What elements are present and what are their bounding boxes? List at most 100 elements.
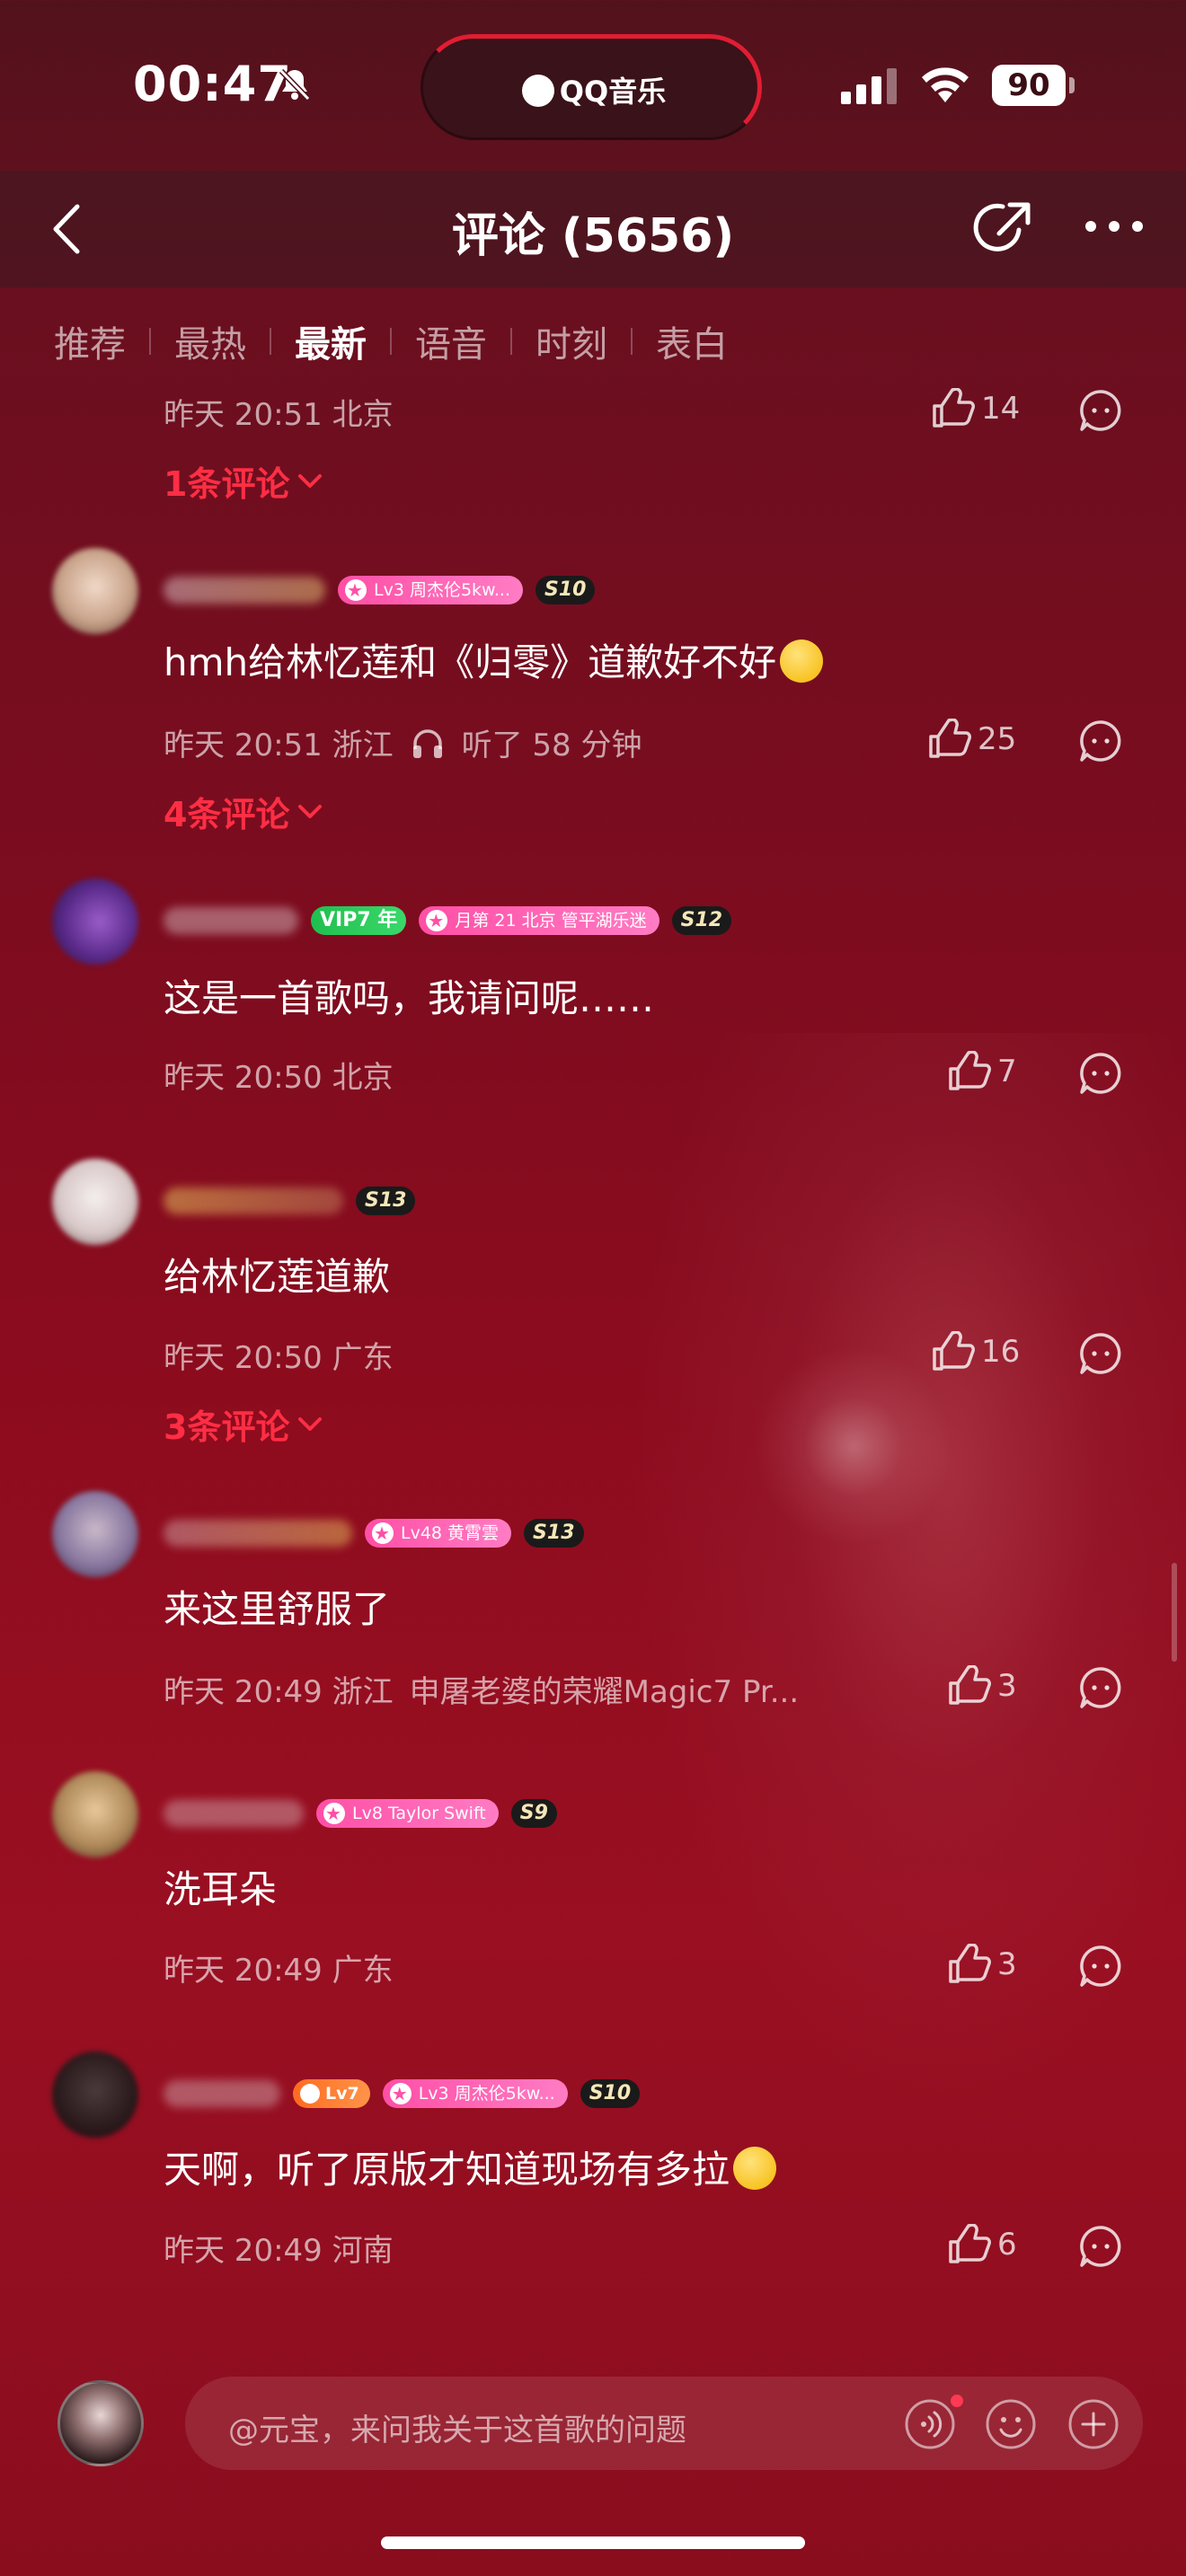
tab-hottest[interactable]: 最热 (174, 315, 246, 367)
level-badge[interactable]: ★ Lv3 周杰伦5kw... (338, 576, 523, 604)
reply-icon[interactable] (1078, 1665, 1123, 1710)
voice-icon[interactable] (904, 2398, 956, 2450)
tab-divider (270, 328, 271, 355)
like-button[interactable]: 3 (947, 1665, 1017, 1707)
tab-divider (510, 328, 512, 355)
username-blurred[interactable] (164, 1520, 352, 1547)
battery-tip (1069, 77, 1075, 93)
replies-count: 1条评论 (164, 464, 290, 504)
s-level-badge[interactable]: S12 (671, 906, 732, 935)
chevron-down-icon (296, 472, 323, 491)
like-button[interactable]: 6 (947, 2224, 1017, 2265)
s-level-badge[interactable]: S13 (524, 1519, 584, 1548)
like-count: 3 (997, 1946, 1017, 1982)
reply-icon[interactable] (1078, 719, 1123, 763)
comment-meta: 昨天 20:49 浙江 (164, 1674, 394, 1710)
like-count: 16 (981, 1334, 1021, 1370)
fan-rank-badge[interactable]: ★ 月第 21 北京 管平湖乐迷 (419, 906, 659, 935)
tab-confession[interactable]: 表白 (656, 315, 728, 367)
comment-text: 这是一首歌吗，我请问呢…… (164, 976, 655, 1020)
like-count: 3 (997, 1668, 1017, 1704)
like-icon (947, 1051, 992, 1092)
like-button[interactable]: 3 (947, 1944, 1017, 1985)
comment-text: 给林忆莲道歉 (164, 1255, 391, 1299)
more-icon[interactable] (1084, 216, 1145, 237)
sweat-smile-emoji-icon (733, 2147, 777, 2190)
like-count: 6 (997, 2227, 1017, 2263)
comment-meta: 昨天 20:51 浙江 (164, 728, 394, 763)
like-button[interactable]: 16 (931, 1331, 1020, 1372)
like-count: 25 (978, 721, 1017, 757)
tab-divider (390, 328, 392, 355)
level-badge[interactable]: ★ Lv48 黄霄雲 (365, 1519, 512, 1548)
share-icon[interactable] (972, 196, 1037, 260)
like-icon (947, 1944, 992, 1985)
headphone-icon (412, 728, 442, 758)
avatar[interactable] (52, 878, 138, 965)
header: 评论 (5656) (0, 171, 1186, 287)
like-button[interactable]: 14 (931, 388, 1020, 429)
chevron-down-icon (296, 1415, 323, 1434)
s-level-badge[interactable]: S10 (535, 576, 596, 604)
comment-input[interactable]: @元宝，来问我关于这首歌的问题 (185, 2377, 1143, 2470)
username-blurred[interactable] (164, 2080, 280, 2107)
tab-newest[interactable]: 最新 (295, 315, 367, 367)
like-button[interactable]: 7 (947, 1051, 1017, 1092)
view-replies-link[interactable]: 4条评论 (164, 787, 323, 836)
like-icon (931, 388, 976, 429)
tab-recommend[interactable]: 推荐 (54, 315, 126, 367)
tab-voice[interactable]: 语音 (415, 315, 487, 367)
username-blurred[interactable] (164, 577, 325, 604)
device-name: 申屠老婆的荣耀Magic7 Pr... (409, 1674, 800, 1710)
username-blurred[interactable] (164, 1187, 343, 1214)
like-icon (947, 1665, 992, 1707)
comment-meta: 昨天 20:50 北京 (164, 1060, 394, 1096)
reply-icon[interactable] (1078, 2224, 1123, 2269)
comment-meta: 昨天 20:51 北京 (164, 397, 394, 433)
replies-count: 3条评论 (164, 1407, 290, 1447)
my-avatar[interactable] (58, 2380, 144, 2466)
comment-meta: 昨天 20:50 广东 (164, 1340, 394, 1376)
reply-icon[interactable] (1078, 388, 1123, 433)
username-blurred[interactable] (164, 907, 298, 934)
reply-icon[interactable] (1078, 1051, 1123, 1096)
avatar[interactable] (52, 2051, 138, 2138)
avatar[interactable] (52, 1771, 138, 1857)
vip-badge[interactable]: VIP7 年 (311, 906, 407, 935)
avatar[interactable] (52, 1159, 138, 1245)
comment-text: hmh给林忆莲和《归零》道歉好不好 (164, 632, 824, 687)
tab-moments[interactable]: 时刻 (535, 315, 607, 367)
home-indicator[interactable] (381, 2536, 805, 2549)
comment-text: 来这里舒服了 (164, 1587, 391, 1631)
bell-slash-icon (279, 68, 311, 101)
view-replies-link[interactable]: 3条评论 (164, 1399, 323, 1449)
s-level-badge[interactable]: S13 (356, 1187, 416, 1215)
status-time: 00:47 (133, 56, 292, 112)
view-replies-link[interactable]: 1条评论 (164, 456, 323, 506)
tab-divider (631, 328, 633, 355)
reply-icon[interactable] (1078, 1944, 1123, 1989)
like-icon (931, 1331, 976, 1372)
listen-duration: 听了 58 分钟 (461, 728, 642, 763)
s-level-badge[interactable]: S9 (510, 1799, 557, 1828)
sweat-smile-emoji-icon (780, 640, 824, 683)
avatar[interactable] (52, 548, 138, 634)
emoji-icon[interactable] (985, 2398, 1037, 2450)
like-icon (947, 2224, 992, 2265)
chevron-down-icon (296, 802, 323, 822)
comment-meta: 昨天 20:49 河南 (164, 2233, 394, 2269)
avatar[interactable] (52, 1491, 138, 1577)
level-badge[interactable]: ★ Lv8 Taylor Swift (316, 1799, 499, 1828)
username-blurred[interactable] (164, 1800, 304, 1827)
like-count: 14 (981, 391, 1021, 427)
status-bar: 00:47 QQ音乐 90 (0, 0, 1186, 171)
reply-icon[interactable] (1078, 1331, 1123, 1376)
like-icon (927, 719, 972, 760)
like-button[interactable]: 25 (927, 719, 1016, 760)
level-badge[interactable]: ★ Lv3 周杰伦5kw... (382, 2079, 568, 2108)
replies-count: 4条评论 (164, 795, 290, 834)
s-level-badge[interactable]: S10 (580, 2079, 641, 2108)
plus-icon[interactable] (1067, 2398, 1120, 2450)
music-level-badge[interactable]: Lv7 (293, 2079, 370, 2108)
scroll-indicator[interactable] (1172, 1563, 1177, 1662)
